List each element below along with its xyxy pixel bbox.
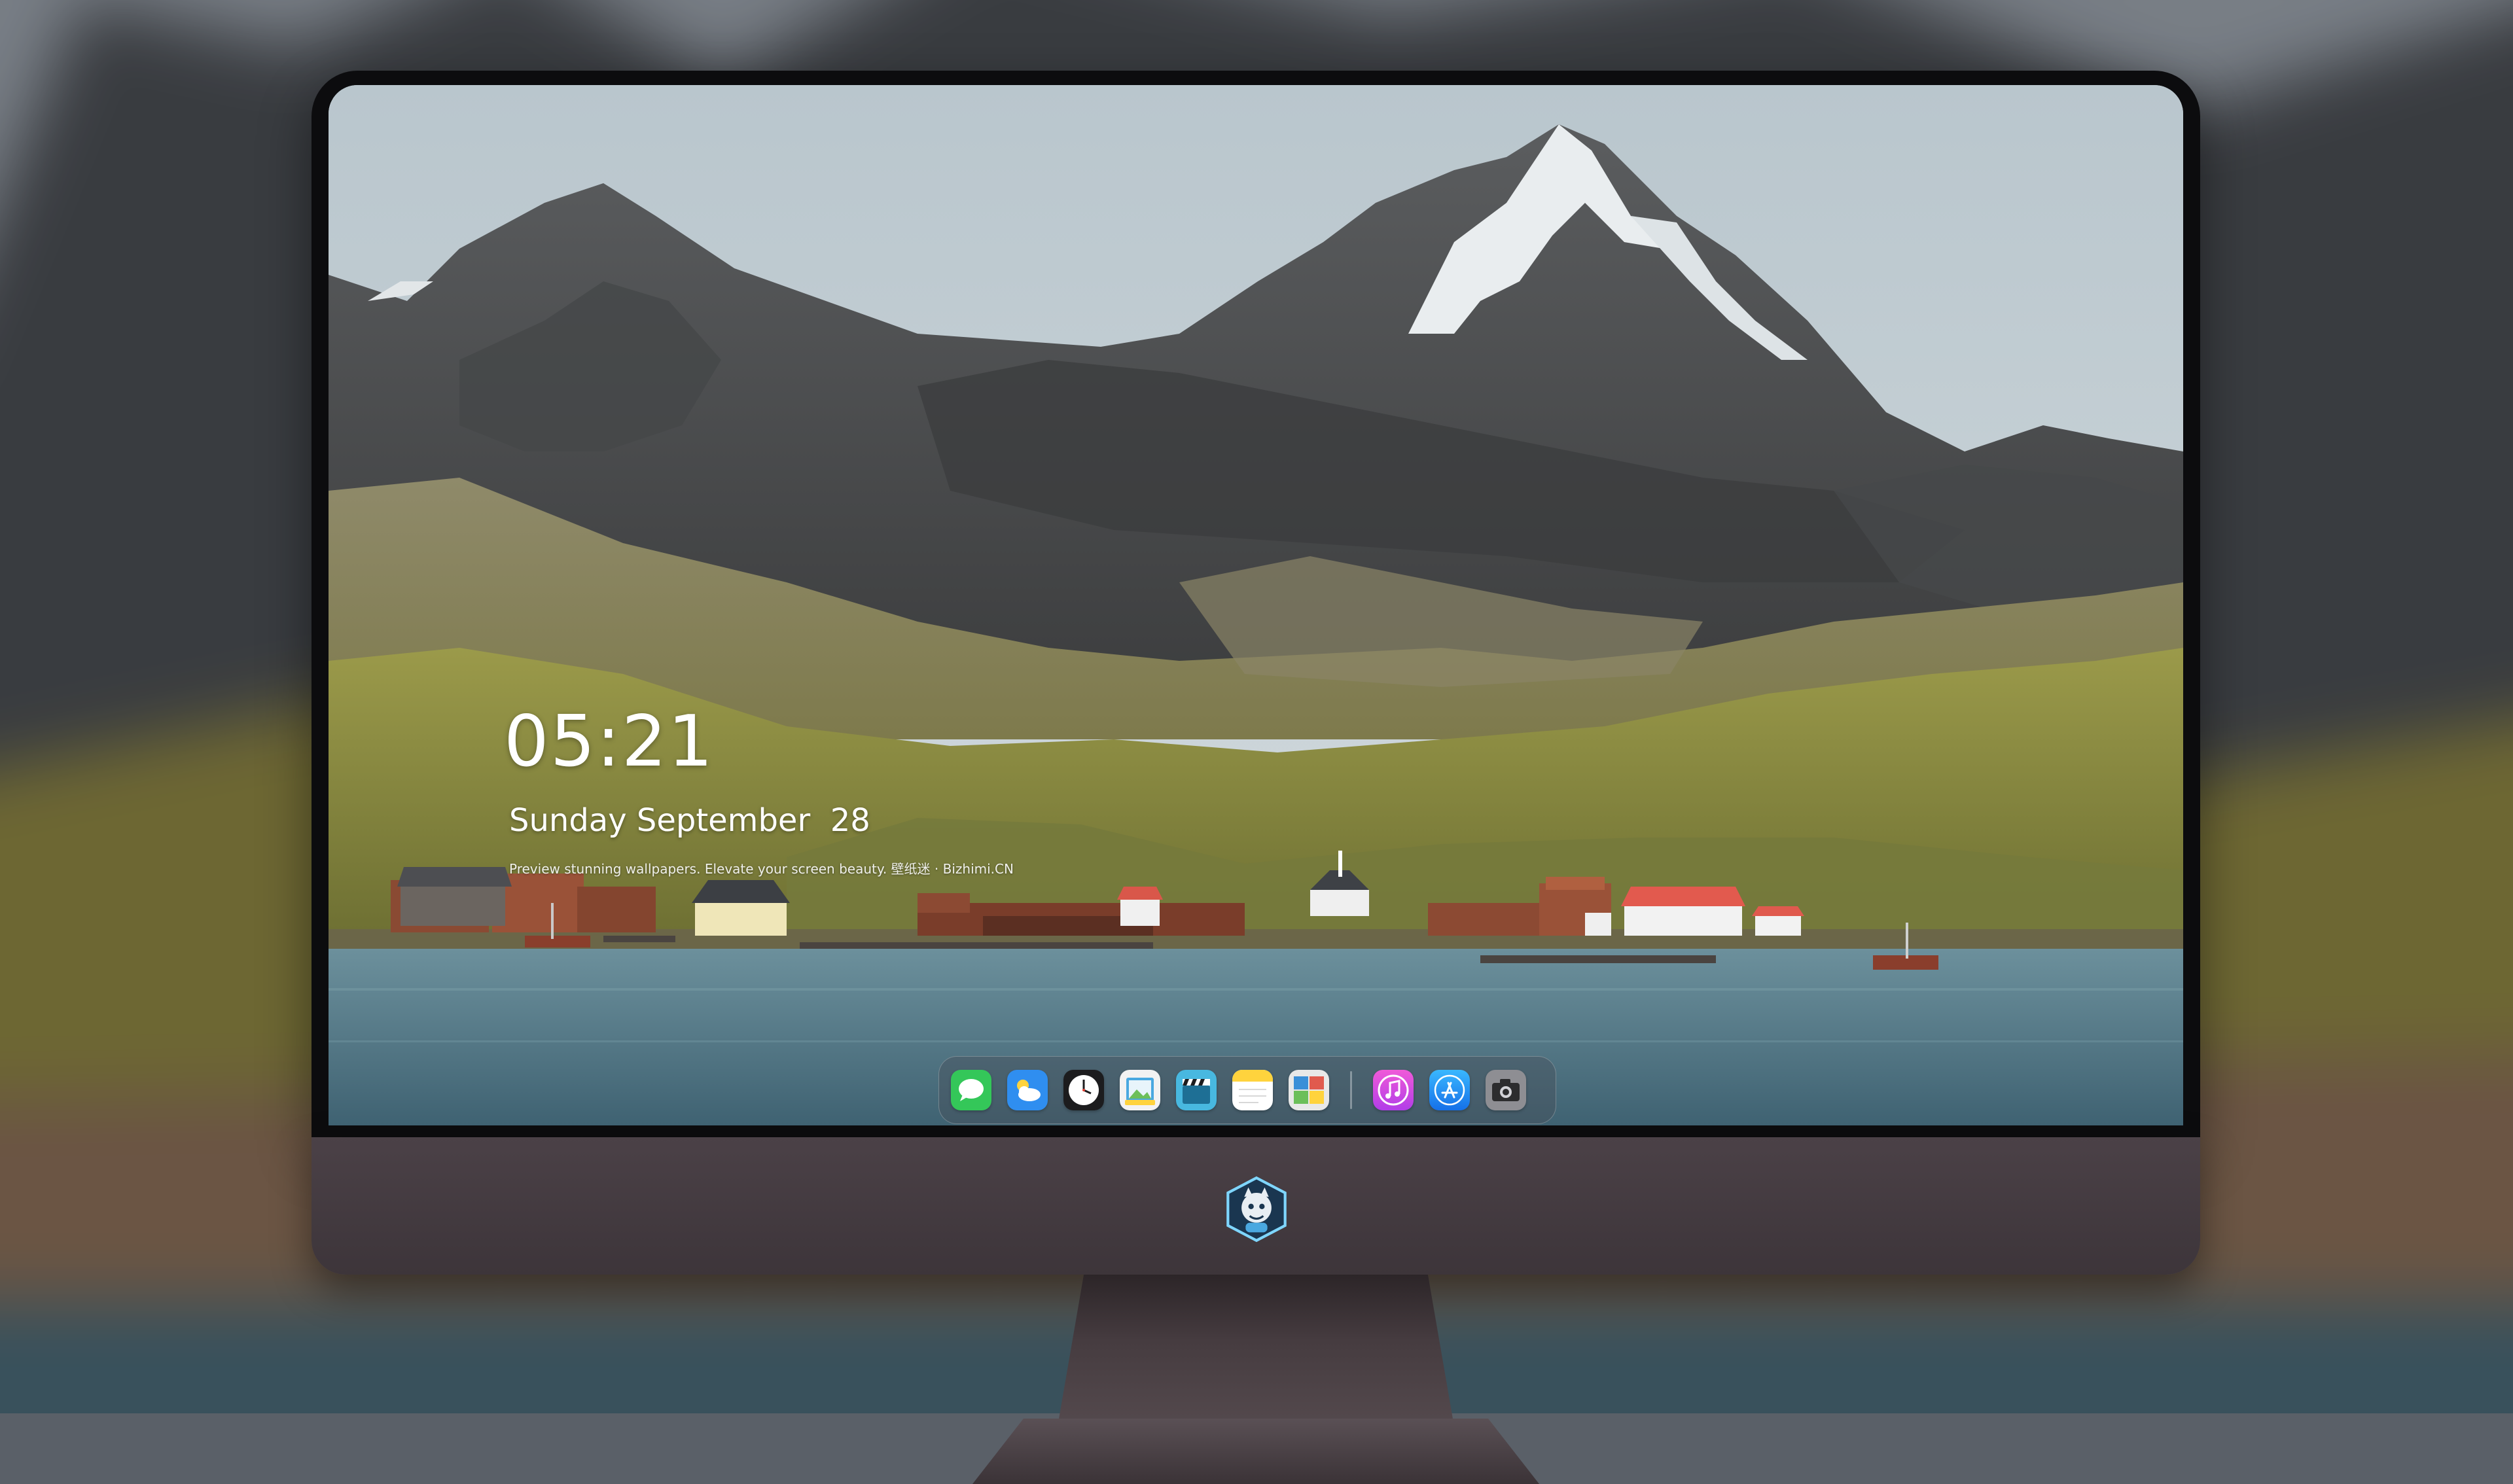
- camera-icon: [1486, 1070, 1526, 1110]
- wallpaper-tagline: Preview stunning wallpapers. Elevate you…: [509, 861, 1014, 877]
- music-note-icon: [1373, 1070, 1414, 1110]
- dock-app-messages[interactable]: [951, 1070, 991, 1110]
- brand-logo-icon: [1222, 1175, 1291, 1243]
- preview-icon: [1120, 1070, 1160, 1110]
- dock-app-photo-booth[interactable]: [1289, 1070, 1329, 1110]
- app-store-icon: [1429, 1070, 1470, 1110]
- dock-separator: [1350, 1071, 1352, 1109]
- photo-booth-icon: [1289, 1070, 1329, 1110]
- clapperboard-icon: [1176, 1070, 1217, 1110]
- dock-app-clock[interactable]: [1063, 1070, 1104, 1110]
- lock-screen-time: 05:21: [504, 701, 715, 783]
- wallpaper: [329, 85, 2183, 1125]
- message-bubble-icon: [951, 1070, 991, 1110]
- clock-icon: [1063, 1070, 1104, 1110]
- dock-app-preview[interactable]: [1120, 1070, 1160, 1110]
- dock-app-itunes[interactable]: [1373, 1070, 1414, 1110]
- dock-app-camera[interactable]: [1486, 1070, 1526, 1110]
- weather-cloud-icon: [1007, 1070, 1048, 1110]
- lock-screen-date: Sunday September 28: [509, 802, 870, 839]
- dock-app-app-store[interactable]: [1429, 1070, 1470, 1110]
- dock-app-notes[interactable]: [1232, 1070, 1273, 1110]
- desktop-screen: 05:21 Sunday September 28 Preview stunni…: [329, 85, 2183, 1125]
- dock-app-clips[interactable]: [1176, 1070, 1217, 1110]
- dock: [938, 1056, 1556, 1124]
- dock-app-weather[interactable]: [1007, 1070, 1048, 1110]
- notes-icon: [1232, 1070, 1273, 1110]
- monitor-stand-base: [972, 1419, 1539, 1484]
